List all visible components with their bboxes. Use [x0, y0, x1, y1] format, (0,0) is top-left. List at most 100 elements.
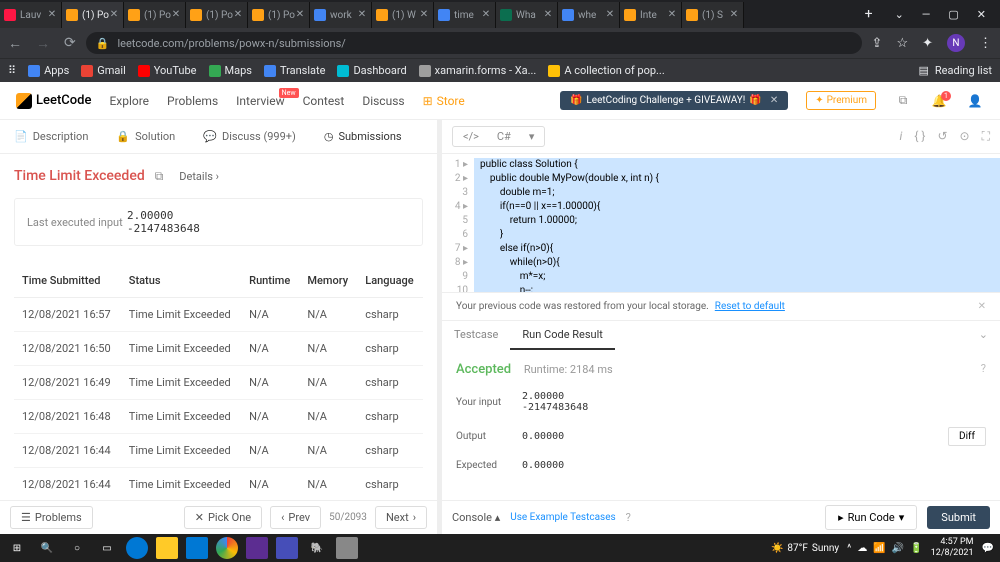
close-icon[interactable]: ✕ [357, 10, 367, 20]
reset-icon[interactable]: ⊙ [960, 129, 970, 144]
start-icon[interactable]: ⊞ [6, 537, 28, 559]
profile-avatar[interactable]: N [947, 34, 965, 52]
close-icon[interactable]: ✕ [667, 10, 677, 20]
next-button[interactable]: Next › [375, 506, 427, 529]
close-icon[interactable]: ✕ [729, 10, 739, 20]
help-icon[interactable]: ? [626, 511, 631, 524]
app-icon[interactable] [336, 537, 358, 559]
task-view-icon[interactable]: ▭ [96, 537, 118, 559]
browser-tab[interactable]: time✕ [434, 2, 496, 28]
browser-tab[interactable]: (1) Po✕ [186, 2, 248, 28]
close-icon[interactable]: ✕ [109, 10, 119, 20]
wifi-icon[interactable]: 📶 [873, 543, 885, 554]
problems-button[interactable]: ☰ Problems [10, 506, 93, 529]
bookmark-item[interactable]: xamarin.forms - Xa... [419, 64, 537, 77]
bookmark-item[interactable]: Translate [264, 64, 326, 77]
prev-button[interactable]: ‹ Prev [270, 506, 321, 529]
teams-icon[interactable] [276, 537, 298, 559]
close-icon[interactable]: ✕ [605, 10, 615, 20]
run-button[interactable]: ▸ Run Code ▾ [825, 505, 917, 530]
chevron-down-icon[interactable]: ⌄ [967, 321, 1000, 350]
browser-tab[interactable]: (1) Po✕ [62, 2, 124, 28]
system-tray[interactable]: ^ ☁ 📶 🔊 🔋 [847, 543, 923, 554]
nav-problems[interactable]: Problems [167, 94, 218, 108]
nav-explore[interactable]: Explore [109, 94, 149, 108]
close-icon[interactable]: ✕ [977, 8, 986, 21]
volume-icon[interactable]: 🔊 [892, 543, 904, 554]
braces-icon[interactable]: { } [914, 129, 925, 144]
browser-tab[interactable]: whe✕ [558, 2, 620, 28]
table-row[interactable]: 12/08/2021 16:50Time Limit ExceededN/AN/… [14, 332, 423, 366]
onedrive-icon[interactable]: ☁ [857, 543, 867, 554]
copy-icon[interactable]: ⧉ [155, 169, 164, 184]
close-icon[interactable]: ✕ [171, 10, 181, 20]
close-icon[interactable]: ✕ [47, 10, 57, 20]
bookmark-item[interactable]: A collection of pop... [548, 64, 664, 77]
close-icon[interactable]: ✕ [481, 10, 491, 20]
language-select[interactable]: </> C# ▾ [452, 126, 545, 147]
forward-icon[interactable]: → [36, 35, 50, 52]
notifications-icon[interactable]: 💬 [982, 543, 994, 554]
bookmark-item[interactable]: Dashboard [337, 64, 406, 77]
table-row[interactable]: 12/08/2021 16:48Time Limit ExceededN/AN/… [14, 400, 423, 434]
bookmark-item[interactable]: Maps [209, 64, 252, 77]
nav-interview[interactable]: Interview New [236, 94, 284, 108]
bell-icon[interactable]: 🔔 1 [930, 94, 948, 108]
tab-solution[interactable]: 🔒Solution [102, 120, 189, 153]
nav-store[interactable]: ⊞ Store [423, 94, 465, 108]
browser-tab[interactable]: (1) S✕ [682, 2, 744, 28]
battery-icon[interactable]: 🔋 [910, 543, 922, 554]
chrome-icon[interactable] [216, 537, 238, 559]
close-icon[interactable]: ✕ [978, 301, 986, 312]
maximize-icon[interactable]: ▢ [948, 8, 958, 21]
nav-contest[interactable]: Contest [303, 94, 345, 108]
reload-icon[interactable]: ⟳ [64, 35, 76, 52]
help-icon[interactable]: ? [981, 362, 986, 375]
bookmark-item[interactable]: Gmail [81, 64, 125, 77]
browser-tab[interactable]: (1) Po✕ [124, 2, 186, 28]
bookmark-item[interactable]: Apps [28, 64, 69, 77]
tab-discuss[interactable]: 💬Discuss (999+) [189, 120, 310, 153]
close-icon[interactable]: ✕ [295, 10, 305, 20]
table-row[interactable]: 12/08/2021 16:57Time Limit ExceededN/AN/… [14, 298, 423, 332]
reading-list-button[interactable]: Reading list [935, 64, 992, 77]
new-tab-button[interactable]: + [857, 6, 881, 22]
visualstudio-icon[interactable] [246, 537, 268, 559]
pick-one-button[interactable]: ✕ Pick One [184, 506, 262, 529]
info-icon[interactable]: i [900, 129, 903, 144]
cortana-icon[interactable]: ○ [66, 537, 88, 559]
url-input[interactable]: 🔒 leetcode.com/problems/powx-n/submissio… [86, 32, 862, 54]
example-testcases-link[interactable]: Use Example Testcases [510, 512, 615, 523]
chevron-up-icon[interactable]: ^ [847, 543, 851, 554]
submit-button[interactable]: Submit [927, 506, 990, 529]
leetcode-logo[interactable]: LeetCode [16, 93, 91, 109]
tab-description[interactable]: 📄Description [0, 120, 102, 153]
apps-icon[interactable]: ⠿ [8, 64, 16, 77]
user-icon[interactable]: 👤 [966, 94, 984, 108]
close-icon[interactable]: ✕ [419, 10, 429, 20]
reset-link[interactable]: Reset to default [715, 301, 785, 312]
browser-tab[interactable]: work✕ [310, 2, 372, 28]
details-link[interactable]: Details › [179, 170, 219, 183]
browser-tab[interactable]: (1) W✕ [372, 2, 434, 28]
edge-icon[interactable] [126, 537, 148, 559]
menu-icon[interactable]: ⋮ [979, 36, 992, 51]
playground-icon[interactable]: ⧉ [894, 93, 912, 108]
bookmark-item[interactable]: YouTube [138, 64, 197, 77]
explorer-icon[interactable] [156, 537, 178, 559]
extensions-icon[interactable]: ✦ [922, 36, 933, 51]
tab-testcase[interactable]: Testcase [442, 321, 510, 350]
browser-tab[interactable]: Inte✕ [620, 2, 682, 28]
table-row[interactable]: 12/08/2021 16:44Time Limit ExceededN/AN/… [14, 434, 423, 468]
tab-run-result[interactable]: Run Code Result [510, 321, 614, 350]
back-icon[interactable]: ← [8, 35, 22, 52]
table-row[interactable]: 12/08/2021 16:44Time Limit ExceededN/AN/… [14, 468, 423, 501]
chevron-down-icon[interactable]: ⌄ [895, 8, 904, 21]
share-icon[interactable]: ⇪ [872, 36, 883, 51]
fullscreen-icon[interactable]: ⛶ [982, 129, 990, 144]
browser-tab[interactable]: Wha✕ [496, 2, 558, 28]
console-toggle[interactable]: Console ▴ [452, 511, 500, 524]
diff-button[interactable]: Diff [948, 427, 986, 446]
undo-icon[interactable]: ↺ [937, 129, 947, 144]
tab-submissions[interactable]: ◷Submissions [310, 120, 416, 153]
